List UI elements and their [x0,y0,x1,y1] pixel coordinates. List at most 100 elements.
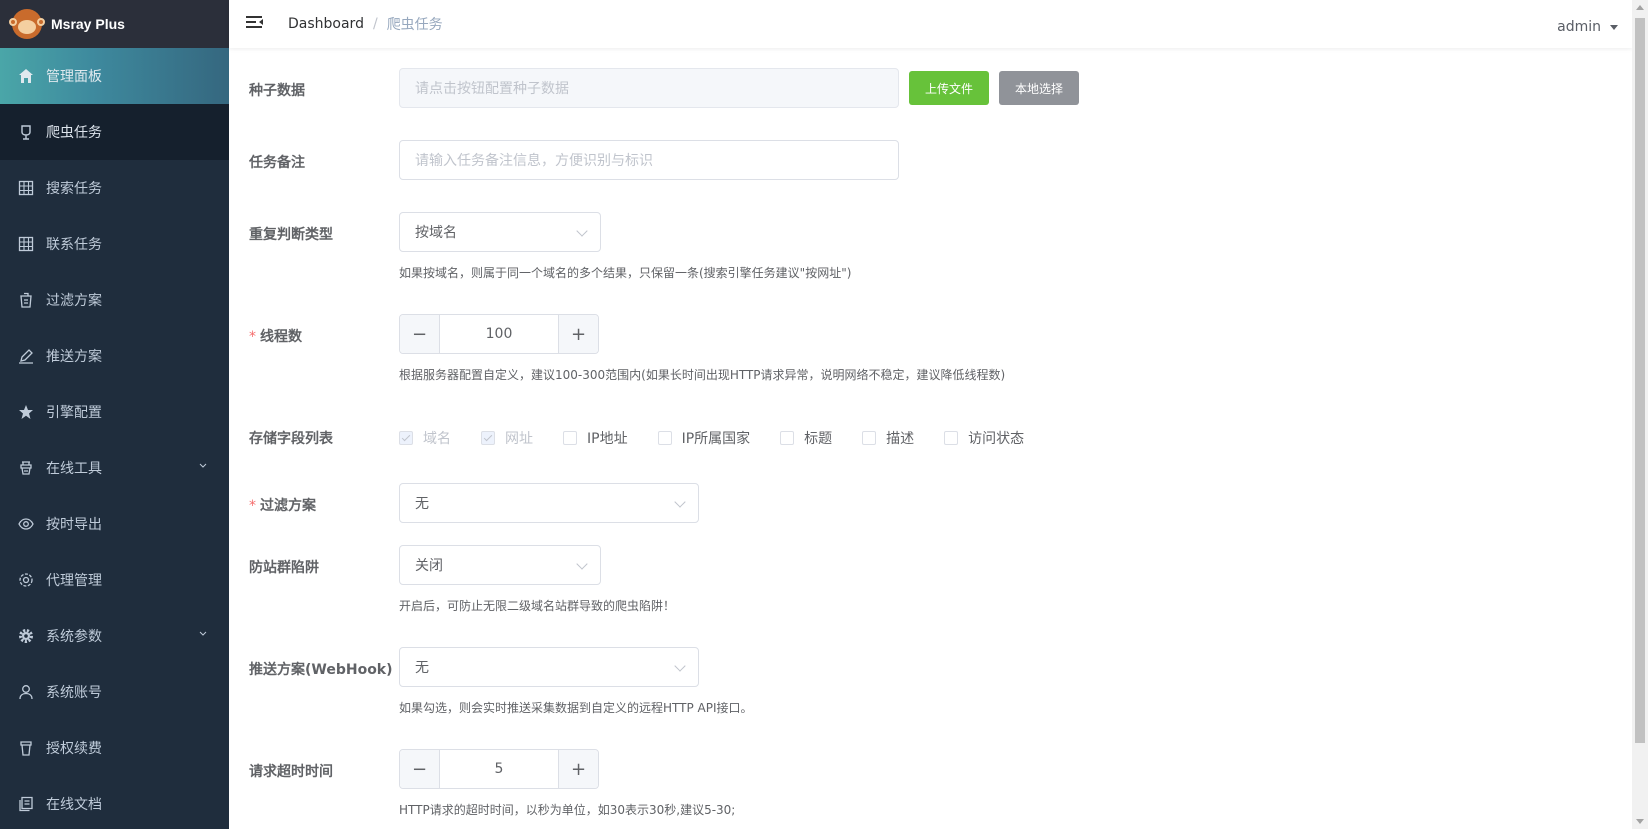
tool-icon [18,460,34,476]
checkbox-box [481,431,495,445]
breadcrumb-dashboard-link[interactable]: Dashboard [288,16,364,32]
filter-scheme-select[interactable]: 无 [399,483,699,523]
filter-icon [18,292,34,308]
checkbox-box[interactable] [862,431,877,445]
logo[interactable]: Msray Plus [0,0,229,48]
anti-trap-label: 防站群陷阱 [249,560,319,576]
timeout-value[interactable]: 5 [440,750,558,788]
dedup-type-hint: 如果按域名，则属于同一个域名的多个结果，只保留一条(搜索引擎任务建议"按网址") [399,266,852,280]
threads-label-text: 线程数 [260,329,302,345]
user-icon [18,684,34,700]
anti-trap-hint: 开启后，可防止无限二级域名站群导致的爬虫陷阱！ [399,599,676,613]
checkbox-box[interactable] [657,431,672,445]
sidebar-item-label: 系统账号 [46,685,102,701]
sidebar-item-system-params[interactable]: 系统参数 [0,608,229,664]
sidebar-item-crawler-task[interactable]: 爬虫任务 [0,104,229,160]
task-remark-label: 任务备注 [249,155,305,171]
edit-icon [18,348,34,364]
checkbox-ip-country[interactable]: IP所属国家 [657,428,750,448]
request-timeout-label: 请求超时时间 [249,764,333,780]
sidebar: Msray Plus 管理面板 爬虫任务 搜索任务 联系任务 过滤方案 推送方案… [0,0,229,829]
top-navbar: Dashboard / 爬虫任务 admin [229,0,1632,48]
task-remark-input[interactable]: 请输入任务备注信息，方便识别与标识 [399,140,899,180]
anti-trap-select[interactable]: 关闭 [399,545,601,585]
monkey-logo-icon [9,9,45,39]
checkbox-label: 网址 [505,431,533,447]
sidebar-item-label: 在线工具 [46,461,102,477]
sidebar-item-proxy-management[interactable]: 代理管理 [0,552,229,608]
user-menu[interactable]: admin [1557,19,1618,35]
sidebar-item-online-tools[interactable]: 在线工具 [0,440,229,496]
sidebar-item-label: 授权续费 [46,741,102,757]
sidebar-item-label: 系统参数 [46,629,102,645]
sidebar-item-license-renewal[interactable]: 授权续费 [0,720,229,776]
checkbox-access-status[interactable]: 访问状态 [944,428,1024,448]
seed-data-placeholder: 请点击按钮配置种子数据 [415,81,569,97]
threads-stepper: − 100 + [399,314,599,354]
decrement-button[interactable]: − [400,315,440,353]
checkbox-label: 描述 [886,431,915,447]
sidebar-item-label: 爬虫任务 [46,125,102,141]
sidebar-item-search-task[interactable]: 搜索任务 [0,160,229,216]
sidebar-item-filter-scheme[interactable]: 过滤方案 [0,272,229,328]
page-scrollbar[interactable] [1632,0,1648,829]
webhook-select[interactable]: 无 [399,647,699,687]
scroll-up-icon[interactable] [1636,5,1644,10]
hamburger-icon[interactable] [246,16,264,32]
settings-icon [18,572,34,588]
decrement-button[interactable]: − [400,750,440,788]
checkbox-ip-address[interactable]: IP地址 [563,428,628,448]
scrollbar-thumb[interactable] [1635,18,1645,743]
dedup-type-value: 按域名 [415,225,457,241]
breadcrumb: Dashboard / 爬虫任务 [288,14,443,34]
sidebar-item-online-docs[interactable]: 在线文档 [0,776,229,829]
filter-scheme-label: * 过滤方案 [249,495,316,515]
checkbox-box[interactable] [780,431,795,445]
filter-scheme-label-text: 过滤方案 [260,498,316,514]
local-select-button[interactable]: 本地选择 [999,71,1079,105]
sidebar-item-system-account[interactable]: 系统账号 [0,664,229,720]
checkbox-label: 访问状态 [968,431,1025,447]
eye-icon [18,516,34,532]
checkbox-title[interactable]: 标题 [780,428,832,448]
sidebar-item-label: 搜索任务 [46,181,102,197]
star-icon [18,404,34,420]
home-icon [18,68,34,84]
webhook-label: 推送方案(WebHook) [249,662,393,678]
checkbox-box[interactable] [944,431,959,445]
scroll-down-icon[interactable] [1636,819,1644,824]
upload-file-button[interactable]: 上传文件 [909,71,989,105]
sidebar-item-label: 在线文档 [46,797,102,813]
sidebar-item-label: 推送方案 [46,349,102,365]
sidebar-item-label: 代理管理 [46,573,102,589]
seed-data-label: 种子数据 [249,83,305,99]
sidebar-item-label: 过滤方案 [46,293,102,309]
dedup-type-select[interactable]: 按域名 [399,212,601,252]
chevron-down-icon [576,558,588,570]
sidebar-item-push-scheme[interactable]: 推送方案 [0,328,229,384]
increment-button[interactable]: + [558,750,598,788]
sidebar-item-engine-config[interactable]: 引擎配置 [0,384,229,440]
checkbox-box[interactable] [563,431,577,445]
threads-value[interactable]: 100 [440,315,558,353]
checkbox-label: IP地址 [587,431,628,447]
threads-hint: 根据服务器配置自定义，建议100-300范围内(如果长时间出现HTTP请求异常，… [399,368,1006,382]
chevron-down-icon [674,660,686,672]
sidebar-item-contact-task[interactable]: 联系任务 [0,216,229,272]
sidebar-item-label: 引擎配置 [46,405,102,421]
document-icon [18,796,34,812]
checkbox-description[interactable]: 描述 [862,428,914,448]
filter-scheme-value: 无 [415,496,429,512]
webhook-hint: 如果勾选，则会实时推送采集数据到自定义的远程HTTP API接口。 [399,701,753,715]
sidebar-item-dashboard[interactable]: 管理面板 [0,48,229,104]
checkbox-url: 网址 [481,428,533,448]
chevron-down-icon [674,496,686,508]
sidebar-item-label: 管理面板 [46,69,102,85]
chevron-down-icon [199,463,207,468]
gear-icon [18,628,34,644]
increment-button[interactable]: + [558,315,598,353]
required-mark: * [249,329,256,345]
sidebar-item-scheduled-export[interactable]: 按时导出 [0,496,229,552]
cup-icon [18,740,34,756]
storage-fields-label: 存储字段列表 [249,431,333,447]
